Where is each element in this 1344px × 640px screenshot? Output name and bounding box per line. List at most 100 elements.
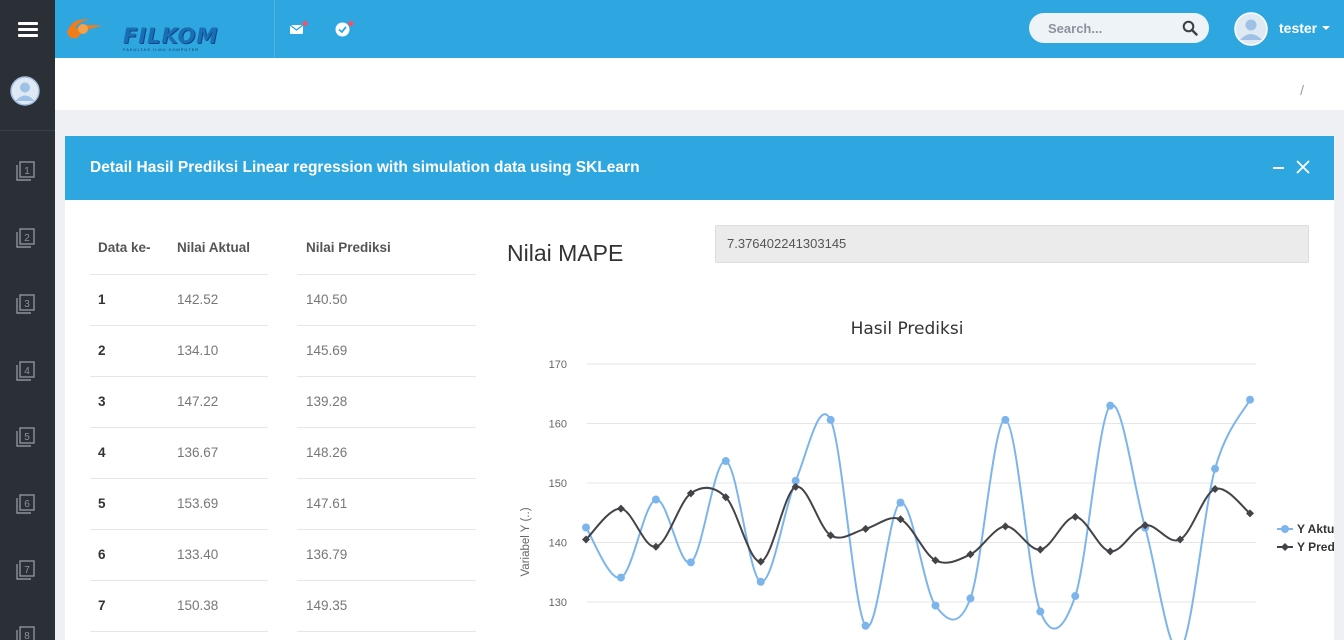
table-cell-predicted: 136.79 — [306, 547, 348, 562]
table-row-divider — [90, 427, 268, 428]
mail-icon[interactable] — [288, 20, 308, 38]
sidebar-item-label: 2 — [24, 233, 30, 244]
table-row-divider — [90, 376, 268, 377]
data-point-actual — [582, 523, 590, 532]
y-tick-label: 140 — [549, 538, 567, 550]
user-avatar[interactable] — [1234, 12, 1268, 46]
sidebar-item-label: 7 — [24, 565, 30, 576]
data-point-predicted — [651, 542, 660, 551]
menu-toggle-button[interactable] — [0, 0, 55, 58]
filkom-logo[interactable]: FILKOM FAKULTAS ILMU KOMPUTER — [63, 10, 217, 52]
logo-text: FILKOM — [123, 24, 219, 48]
data-point-actual — [931, 601, 940, 610]
page-8-icon[interactable]: 8 — [15, 625, 37, 640]
legend-label: Y Prediksi — [1297, 540, 1334, 554]
search-placeholder: Search... — [1048, 21, 1103, 36]
data-point-actual — [721, 457, 730, 466]
data-point-actual — [616, 573, 625, 582]
data-point-actual — [756, 577, 765, 586]
page-1-icon[interactable]: 1 — [15, 160, 37, 182]
table-cell-predicted: 139.28 — [306, 394, 348, 409]
data-point-actual — [896, 498, 905, 507]
table-row-divider — [297, 529, 476, 530]
data-point-actual — [1071, 592, 1080, 601]
page-2-icon[interactable]: 2 — [15, 227, 37, 249]
sidebar-item-label: 5 — [24, 432, 30, 443]
table-cell-predicted: 145.69 — [306, 343, 348, 358]
mape-field: 7.376402241303145 — [715, 225, 1309, 263]
y-axis-label: Variabel Y (..) — [520, 507, 532, 576]
sidebar-item-label: 3 — [24, 299, 30, 310]
series-line-actual — [585, 399, 1251, 640]
sidebar-item-label: 1 — [24, 166, 30, 177]
sidebar-divider — [0, 130, 55, 131]
page-6-icon[interactable]: 6 — [15, 493, 37, 515]
legend-label: Y Aktual — [1297, 522, 1334, 536]
data-point-predicted — [1071, 512, 1080, 521]
logo-subtitle: FAKULTAS ILMU KOMPUTER — [123, 47, 200, 52]
sidebar-avatar[interactable] — [10, 76, 40, 106]
table-cell-actual: 147.22 — [177, 394, 219, 409]
table-cell-index: 3 — [98, 394, 106, 409]
user-menu-name[interactable]: tester — [1279, 20, 1317, 36]
y-tick-label: 170 — [549, 359, 567, 371]
table-row-divider — [297, 631, 476, 632]
page-5-icon[interactable]: 5 — [15, 426, 37, 448]
table-cell-index: 4 — [98, 445, 106, 460]
legend-marker-actual — [1281, 525, 1289, 533]
data-point-actual — [686, 558, 695, 567]
y-tick-label: 160 — [549, 419, 567, 431]
table-cell-actual: 142.52 — [177, 292, 219, 307]
table-row-divider — [90, 274, 268, 275]
logo-swoosh-icon — [67, 19, 103, 39]
data-point-actual — [1036, 607, 1045, 616]
data-point-actual — [1001, 415, 1010, 424]
table-row-divider — [90, 325, 268, 326]
search-icon[interactable] — [1182, 20, 1198, 36]
table-row-divider — [90, 478, 268, 479]
tasks-check-icon[interactable] — [334, 20, 354, 38]
table-cell-index: 1 — [98, 292, 106, 307]
data-point-actual — [1106, 401, 1115, 410]
page-3-icon[interactable]: 3 — [15, 293, 37, 315]
close-icon[interactable] — [1296, 160, 1310, 174]
page-4-icon[interactable]: 4 — [15, 360, 37, 382]
topbar-divider — [274, 0, 275, 58]
data-point-predicted — [861, 524, 870, 533]
sidebar-item-label: 6 — [24, 499, 30, 510]
table-row-divider — [297, 580, 476, 581]
table-header-predicted: Nilai Prediksi — [306, 240, 391, 255]
caret-down-icon[interactable] — [1322, 26, 1330, 30]
mape-value: 7.376402241303145 — [727, 236, 847, 251]
sidebar-item-label: 4 — [24, 366, 30, 377]
data-point-actual — [826, 415, 835, 424]
breadcrumb: / — [55, 58, 1344, 110]
sidebar: 1 2 3 4 5 6 7 8 — [0, 0, 55, 640]
y-tick-label: 150 — [549, 478, 567, 490]
table-row-divider — [297, 325, 476, 326]
search-input[interactable]: Search... — [1029, 13, 1209, 43]
sidebar-item-label: 8 — [24, 631, 30, 640]
table-cell-predicted: 147.61 — [306, 496, 348, 511]
data-point-predicted — [616, 504, 625, 513]
table-cell-predicted: 140.50 — [306, 292, 348, 307]
table-cell-predicted: 148.26 — [306, 445, 348, 460]
prediction-chart: Hasil Prediksi 130 140 150 160 170 Variabel Y … — [520, 319, 1334, 640]
breadcrumb-separator: / — [1300, 82, 1304, 98]
panel-title: Detail Hasil Prediksi Linear regression … — [90, 159, 640, 176]
table-row-divider — [90, 580, 268, 581]
page-7-icon[interactable]: 7 — [15, 559, 37, 581]
panel-header: Detail Hasil Prediksi Linear regression … — [65, 136, 1334, 200]
table-row-divider — [297, 478, 476, 479]
table-cell-actual: 133.40 — [177, 547, 219, 562]
table-row-divider — [297, 427, 476, 428]
table-cell-actual: 153.69 — [177, 496, 219, 511]
mape-label: Nilai MAPE — [507, 240, 624, 266]
table-cell-index: 2 — [98, 343, 106, 358]
table-cell-index: 6 — [98, 547, 106, 562]
data-point-actual — [1211, 464, 1220, 473]
minimize-icon[interactable] — [1273, 167, 1284, 169]
hamburger-icon — [17, 21, 38, 37]
table-cell-actual: 134.10 — [177, 343, 219, 358]
chart-title: Hasil Prediksi — [851, 319, 964, 339]
